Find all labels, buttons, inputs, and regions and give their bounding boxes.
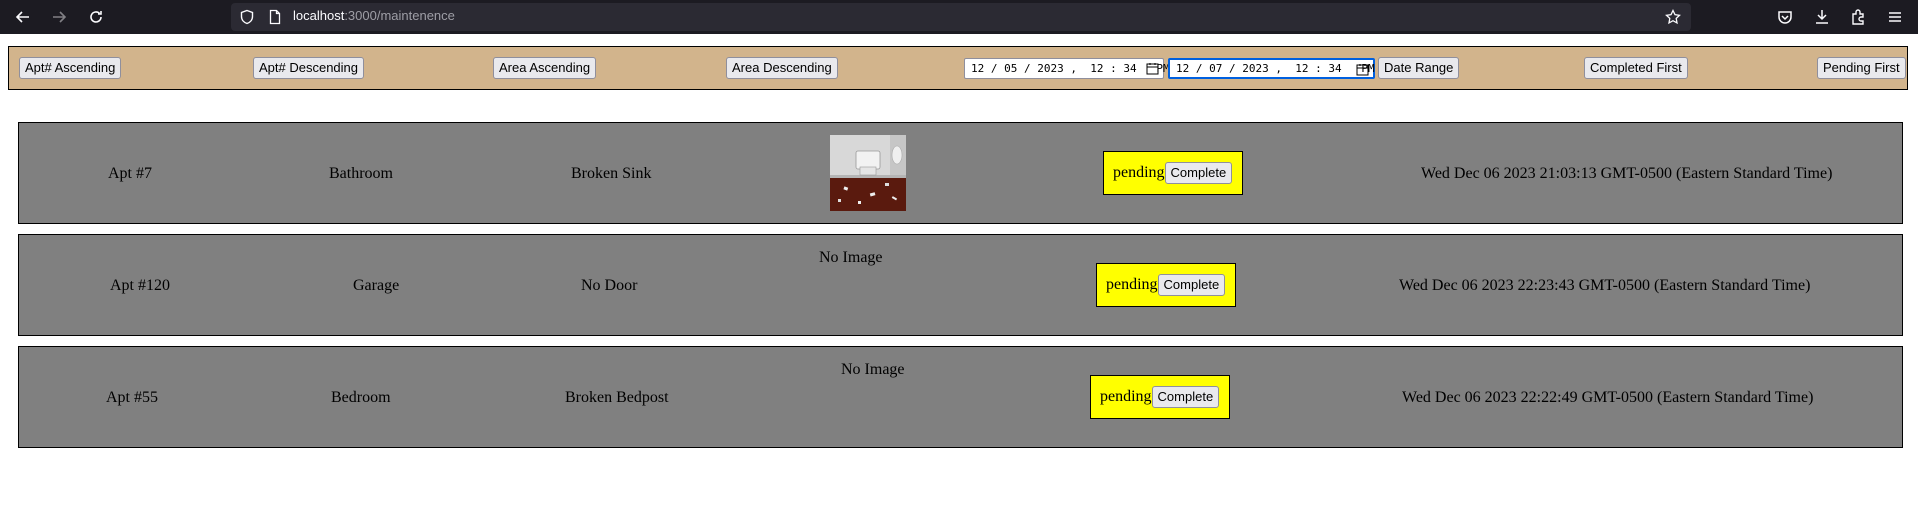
no-image-text: No Image — [819, 249, 883, 266]
maintenance-request-row: Apt #55 Bedroom Broken Bedpost No Image … — [18, 346, 1903, 448]
address-bar[interactable]: localhost:3000/maintenence — [231, 3, 1691, 31]
request-date: Wed Dec 06 2023 22:23:43 GMT-0500 (Easte… — [1399, 277, 1811, 294]
start-date-value: 12 / 05 / 2023 , 12 : 34 PM — [971, 62, 1170, 75]
maintenance-request-row: Apt #7 Bathroom Broken Sink pending Comp… — [18, 122, 1903, 224]
request-date: Wed Dec 06 2023 22:22:49 GMT-0500 (Easte… — [1402, 389, 1814, 406]
start-date-input[interactable]: 12 / 05 / 2023 , 12 : 34 PM — [964, 58, 1170, 79]
area-name: Bathroom — [329, 165, 393, 182]
end-date-value: 12 / 07 / 2023 , 12 : 34 PM — [1176, 62, 1375, 75]
area-name: Garage — [353, 277, 400, 294]
shield-icon[interactable] — [239, 9, 255, 25]
pocket-icon[interactable] — [1776, 8, 1794, 26]
extensions-icon[interactable] — [1849, 8, 1867, 26]
back-icon[interactable] — [11, 5, 35, 29]
reload-icon[interactable] — [84, 5, 108, 29]
url-host: localhost — [293, 8, 345, 23]
pending-first-button[interactable]: Pending First — [1817, 57, 1906, 79]
apt-descending-button[interactable]: Apt# Descending — [253, 57, 365, 79]
status-badge: pending Complete — [1103, 151, 1243, 195]
issue-description: Broken Bedpost — [565, 389, 669, 406]
area-ascending-button[interactable]: Area Ascending — [493, 57, 597, 79]
calendar-icon[interactable] — [1146, 62, 1159, 75]
sort-toolbar: Apt# Ascending Apt# Descending Area Asce… — [8, 46, 1908, 90]
status-text: pending — [1113, 164, 1165, 181]
apartment-number: Apt #7 — [108, 165, 152, 182]
apartment-number: Apt #55 — [106, 389, 158, 406]
apartment-number: Apt #120 — [110, 277, 170, 294]
download-icon[interactable] — [1813, 8, 1831, 26]
calendar-icon[interactable] — [1356, 63, 1369, 76]
url-text[interactable]: localhost:3000/maintenence — [293, 8, 455, 23]
maintenance-request-row: Apt #120 Garage No Door No Image pending… — [18, 234, 1903, 336]
page-icon — [269, 9, 281, 25]
forward-icon[interactable] — [47, 5, 71, 29]
menu-icon[interactable] — [1886, 8, 1904, 26]
date-range-button[interactable]: Date Range — [1378, 57, 1460, 79]
request-date: Wed Dec 06 2023 21:03:13 GMT-0500 (Easte… — [1421, 165, 1833, 182]
apt-ascending-button[interactable]: Apt# Ascending — [19, 57, 122, 79]
status-text: pending — [1106, 276, 1158, 293]
no-image-text: No Image — [841, 361, 905, 378]
issue-description: No Door — [581, 277, 638, 294]
bookmark-star-icon[interactable] — [1665, 9, 1681, 25]
browser-toolbar: localhost:3000/maintenence — [0, 0, 1918, 34]
area-descending-button[interactable]: Area Descending — [726, 57, 838, 79]
complete-button[interactable]: Complete — [1157, 274, 1226, 296]
status-badge: pending Complete — [1090, 375, 1230, 419]
complete-button[interactable]: Complete — [1151, 386, 1220, 408]
status-text: pending — [1100, 388, 1152, 405]
issue-description: Broken Sink — [571, 165, 652, 182]
status-badge: pending Complete — [1096, 263, 1236, 307]
completed-first-button[interactable]: Completed First — [1584, 57, 1688, 79]
url-path: :3000/maintenence — [344, 8, 455, 23]
end-date-input[interactable]: 12 / 07 / 2023 , 12 : 34 PM — [1168, 58, 1375, 79]
complete-button[interactable]: Complete — [1164, 162, 1233, 184]
area-name: Bedroom — [331, 389, 391, 406]
request-image — [830, 135, 906, 211]
